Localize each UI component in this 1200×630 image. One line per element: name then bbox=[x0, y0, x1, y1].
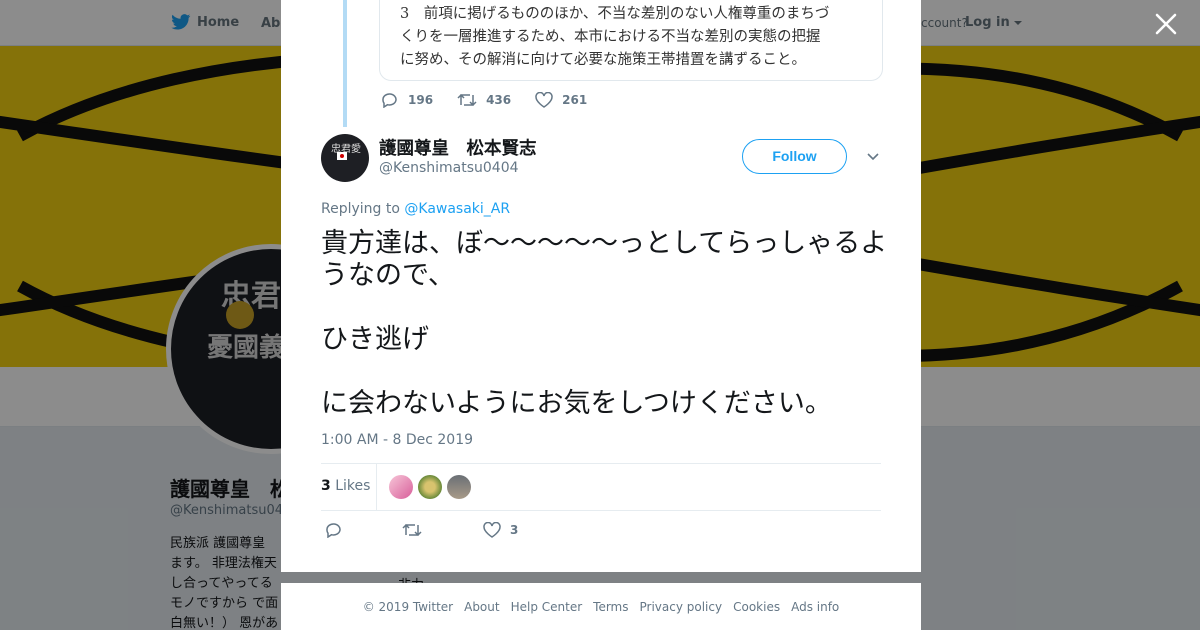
author-avatar[interactable]: 忠君愛 bbox=[321, 134, 369, 182]
author-name[interactable]: 護國尊皇 松本賢志 bbox=[379, 135, 537, 160]
replying-to-prefix: Replying to bbox=[321, 201, 400, 217]
like-action[interactable]: 3 bbox=[483, 522, 518, 538]
retweet-action[interactable] bbox=[402, 522, 422, 538]
previous-tweet-actions: 196 436 261 bbox=[381, 92, 611, 108]
heart-icon bbox=[535, 92, 553, 108]
reply-icon bbox=[326, 523, 341, 538]
like-count: 3 bbox=[510, 523, 519, 537]
like-count: 261 bbox=[562, 93, 588, 107]
author-handle[interactable]: @Kenshimatsu0404 bbox=[379, 160, 519, 176]
stats-divider bbox=[376, 464, 377, 511]
reply-count: 196 bbox=[408, 93, 434, 107]
footer-link-ads-info[interactable]: Ads info bbox=[791, 600, 839, 614]
tweet-actions: 3 bbox=[321, 522, 881, 542]
footer-link-about[interactable]: About bbox=[464, 600, 499, 614]
footer-link-privacy[interactable]: Privacy policy bbox=[640, 600, 723, 614]
liker-avatar[interactable] bbox=[447, 475, 471, 499]
quoted-image-text: 3 前項に掲げるもののほか、不当な差別のない人権尊重のまちづ くりを一層推進する… bbox=[400, 6, 830, 68]
site-footer: © 2019 Twitter About Help Center Terms P… bbox=[281, 583, 921, 630]
retweet-icon bbox=[457, 93, 477, 107]
reply-action[interactable] bbox=[325, 522, 343, 538]
retweet-action[interactable]: 436 bbox=[457, 92, 511, 108]
reply-action[interactable]: 196 bbox=[381, 92, 433, 108]
replying-to-link[interactable]: @Kawasaki_AR bbox=[404, 201, 510, 217]
tweet-stats: 3 Likes bbox=[321, 463, 881, 511]
heart-icon bbox=[483, 522, 501, 538]
tweet-permalink-modal: 3 前項に掲げるもののほか、不当な差別のない人権尊重のまちづ くりを一層推進する… bbox=[281, 0, 921, 572]
follow-button[interactable]: Follow bbox=[742, 139, 847, 174]
footer-link-cookies[interactable]: Cookies bbox=[733, 600, 780, 614]
retweet-icon bbox=[402, 523, 422, 537]
liker-avatar[interactable] bbox=[389, 475, 413, 499]
close-icon[interactable] bbox=[1153, 11, 1179, 37]
quoted-image-card[interactable]: 3 前項に掲げるもののほか、不当な差別のない人権尊重のまちづ くりを一層推進する… bbox=[379, 0, 883, 81]
conversation-thread-line bbox=[343, 0, 347, 127]
tweet-timestamp[interactable]: 1:00 AM - 8 Dec 2019 bbox=[321, 432, 473, 448]
reply-icon bbox=[382, 93, 397, 108]
likes-stat-count: 3 bbox=[321, 478, 331, 494]
retweet-count: 436 bbox=[486, 93, 512, 107]
tweet-text: 貴方達は、ぼ～～～～～っとしてらっしゃるようなので、 ひき逃げ に会わないように… bbox=[321, 228, 888, 419]
likes-stat[interactable]: 3 Likes bbox=[321, 478, 370, 494]
footer-link-terms[interactable]: Terms bbox=[593, 600, 628, 614]
liker-avatar[interactable] bbox=[418, 475, 442, 499]
like-action[interactable]: 261 bbox=[535, 92, 587, 108]
replying-to: Replying to @Kawasaki_AR bbox=[321, 201, 510, 217]
footer-copyright: © 2019 Twitter bbox=[362, 599, 454, 614]
flag-sun bbox=[340, 154, 344, 158]
chevron-down-icon[interactable] bbox=[866, 150, 880, 164]
likes-stat-label: Likes bbox=[335, 478, 371, 494]
footer-link-help-center[interactable]: Help Center bbox=[511, 600, 583, 614]
